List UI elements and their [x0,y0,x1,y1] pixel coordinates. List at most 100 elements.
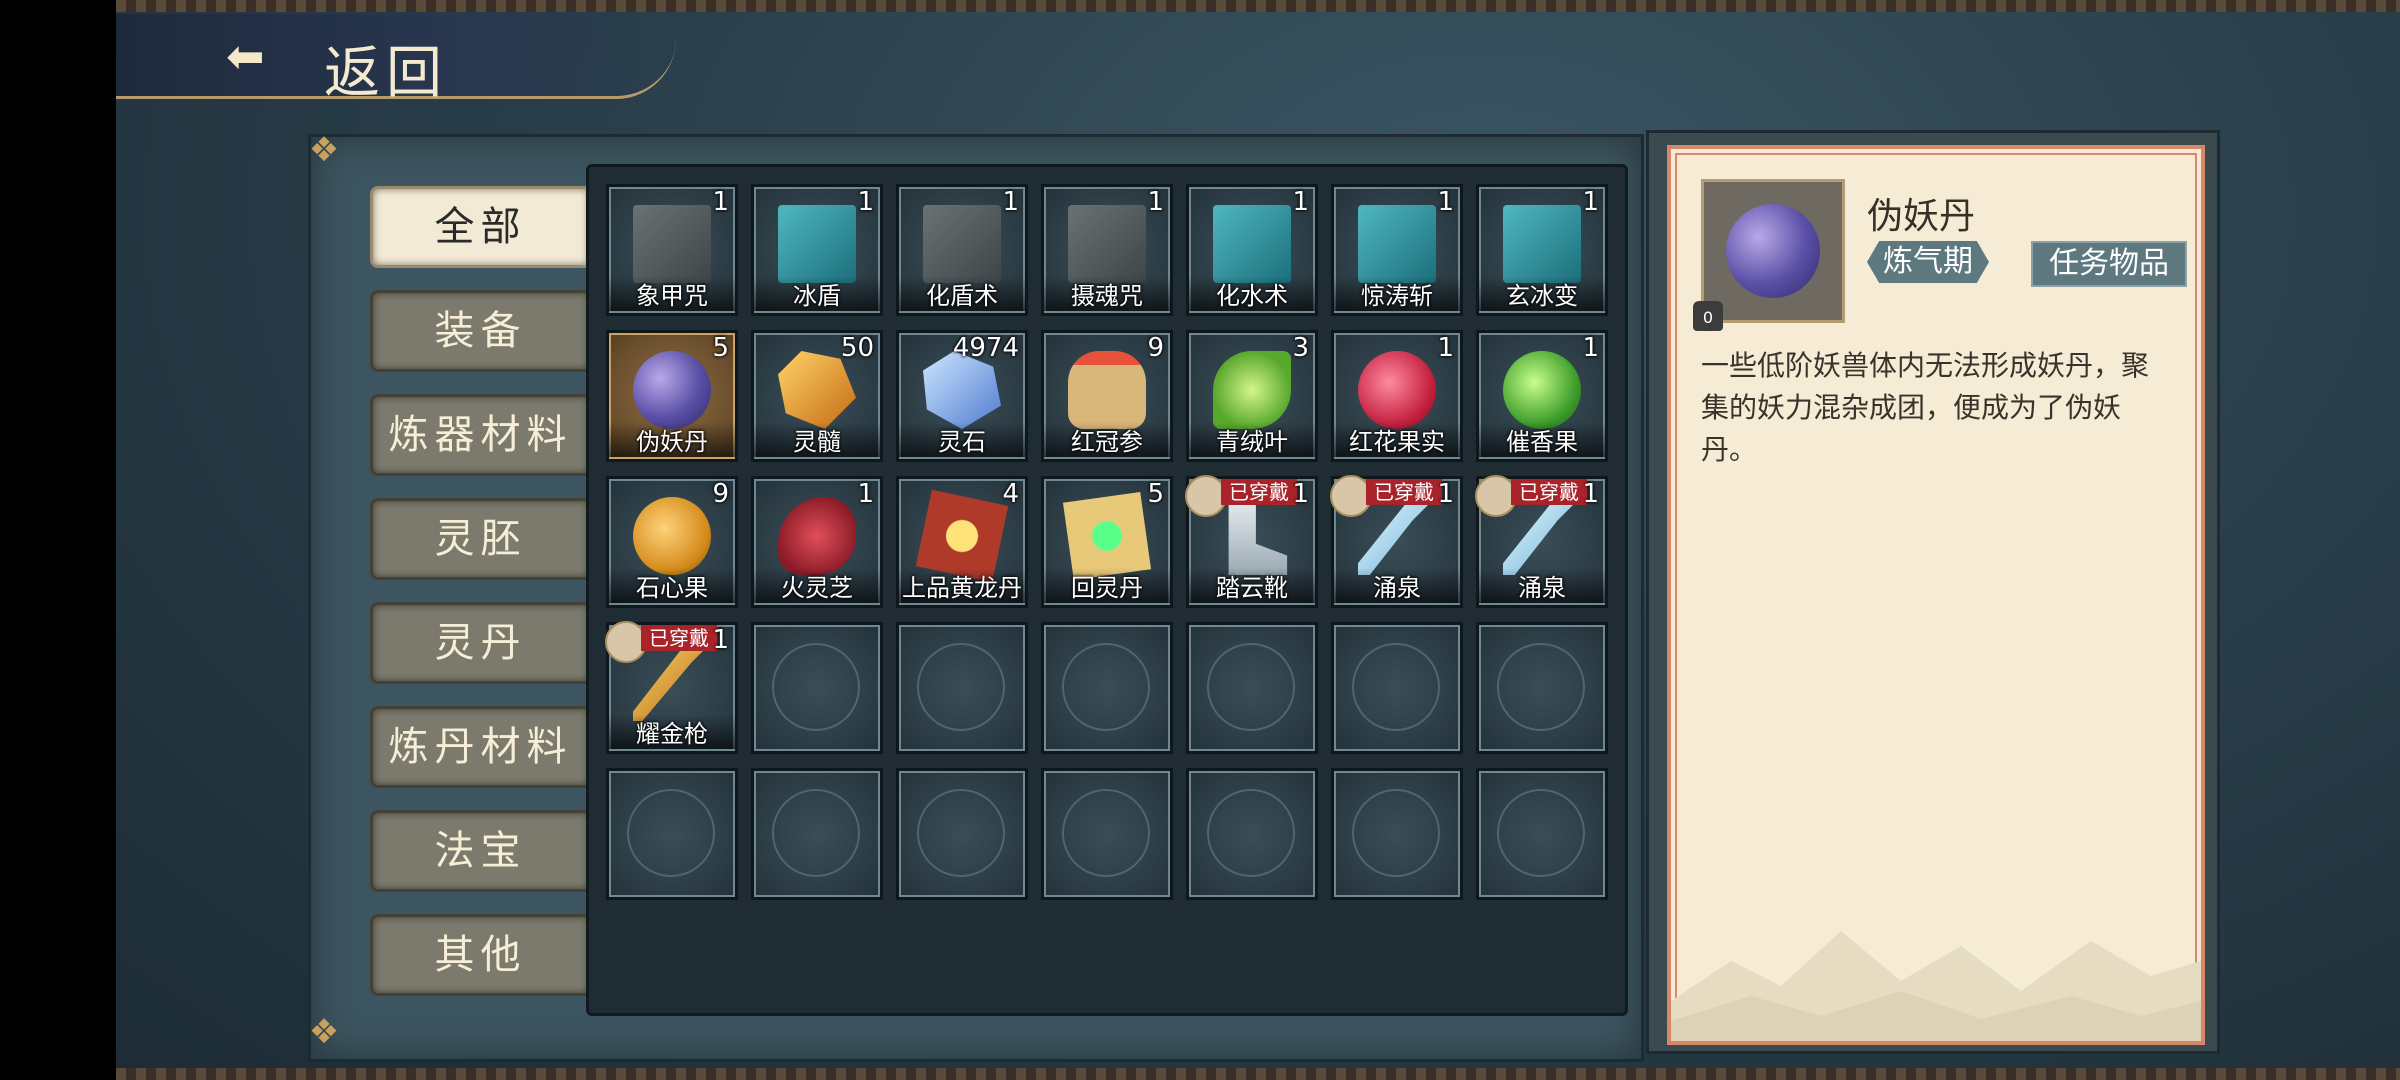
item-slot[interactable]: 1 玄冰变 [1476,184,1608,316]
item-name: 涌泉 [1479,568,1605,603]
scroll-book-icon [1358,205,1436,283]
item-slot[interactable]: 4974 灵石 [896,330,1028,462]
tab-embryo[interactable]: 灵胚 [370,498,591,580]
item-slot[interactable]: 已穿戴 1 踏云靴 [1185,475,1318,608]
item-slot[interactable]: 已穿戴 1 涌泉 [1475,475,1608,608]
item-name: 石心果 [609,568,735,603]
scroll-book-icon [1213,205,1291,283]
scroll-book-icon [923,205,1001,283]
empty-slot[interactable] [1041,768,1173,900]
item-detail-card: 0 伪妖丹 炼气期 任务物品 一些低阶妖兽体内无法形成妖丹，聚集的妖力混杂成团，… [1667,145,2205,1045]
empty-slot[interactable] [751,622,883,754]
empty-slot[interactable] [606,768,738,900]
empty-slot[interactable] [1186,622,1318,754]
item-count: 4 [1002,479,1019,509]
item-count: 1 [1582,187,1599,217]
item-description: 一些低阶妖兽体内无法形成妖丹，聚集的妖力混杂成团，便成为了伪妖丹。 [1701,349,2150,466]
empty-slot[interactable] [896,768,1028,900]
empty-slot-ornament [1062,789,1150,877]
item-slot-selected[interactable]: 5 伪妖丹 [606,330,738,462]
item-name: 催香果 [1479,422,1605,457]
realm-badge: 炼气期 [1867,241,1989,283]
item-count: 3 [1292,333,1309,363]
item-slot[interactable]: 9 石心果 [606,476,738,608]
item-name: 火灵芝 [754,568,880,603]
tab-alchemy-materials[interactable]: 炼丹材料 [370,706,591,788]
weight-icon: 0 [1693,301,1723,331]
scroll-book-icon [633,205,711,283]
tab-crafting-materials[interactable]: 炼器材料 [370,394,591,476]
item-slot[interactable]: 1 化水术 [1186,184,1318,316]
item-slot[interactable]: 1 催香果 [1476,330,1608,462]
back-label: 返回 [324,41,448,106]
empty-slot[interactable] [1331,622,1463,754]
item-detail-panel: 0 伪妖丹 炼气期 任务物品 一些低阶妖兽体内无法形成妖丹，聚集的妖力混杂成团，… [1646,130,2220,1054]
item-count: 1 [712,625,729,655]
item-name: 灵髓 [754,422,880,457]
scroll-book-icon [1503,205,1581,283]
item-count: 5 [1147,479,1164,509]
detail-item-icon-frame [1701,179,1845,323]
empty-slot[interactable] [1186,768,1318,900]
item-name: 伪妖丹 [609,422,735,457]
empty-slot-ornament [917,643,1005,731]
item-count: 9 [712,479,729,509]
item-count: 50 [840,333,874,363]
empty-slot[interactable] [1041,622,1173,754]
scroll-book-icon [778,205,856,283]
item-slot[interactable]: 5 回灵丹 [1041,476,1173,608]
item-name: 耀金枪 [609,714,735,749]
item-count: 1 [1147,187,1164,217]
item-slot[interactable]: 1 红花果实 [1331,330,1463,462]
corner-ornament-icon: ❖ [308,130,340,170]
empty-slot-ornament [772,643,860,731]
item-name: 摄魂咒 [1044,276,1170,311]
item-count: 1 [857,187,874,217]
empty-slot-ornament [1352,643,1440,731]
leaf-icon [1213,351,1291,429]
item-count: 1 [712,187,729,217]
item-slot[interactable]: 1 火灵芝 [751,476,883,608]
item-name: 化水术 [1189,276,1315,311]
empty-slot-ornament [1352,789,1440,877]
mountain-decoration [1671,931,2201,1041]
empty-slot-ornament [1062,643,1150,731]
empty-slot[interactable] [1331,768,1463,900]
empty-slot[interactable] [1476,768,1608,900]
item-count: 1 [1292,187,1309,217]
item-name: 回灵丹 [1044,568,1170,603]
tab-treasures[interactable]: 法宝 [370,810,591,892]
item-slot[interactable]: 1 冰盾 [751,184,883,316]
item-slot[interactable]: 1 惊涛斩 [1331,184,1463,316]
item-name: 玄冰变 [1479,276,1605,311]
item-slot[interactable]: 已穿戴 1 耀金枪 [605,621,738,754]
item-count: 1 [857,479,874,509]
worn-tag: 已穿戴 [641,625,717,651]
empty-slot[interactable] [751,768,883,900]
item-count: 5 [712,333,729,363]
item-slot[interactable]: 1 摄魂咒 [1041,184,1173,316]
item-slot[interactable]: 3 青绒叶 [1186,330,1318,462]
empty-slot-ornament [1497,789,1585,877]
cloud-arrow-icon: ⬅ [226,29,265,83]
item-slot[interactable]: 9 红冠参 [1041,330,1173,462]
item-name: 化盾术 [899,276,1025,311]
item-count: 9 [1147,333,1164,363]
empty-slot[interactable] [896,622,1028,754]
item-name: 青绒叶 [1189,422,1315,457]
item-slot[interactable]: 1 化盾术 [896,184,1028,316]
empty-slot[interactable] [1476,622,1608,754]
tab-other[interactable]: 其他 [370,914,591,996]
item-slot[interactable]: 50 灵髓 [751,330,883,462]
demon-core-icon [1726,204,1820,298]
item-slot[interactable]: 1 象甲咒 [606,184,738,316]
item-slot[interactable]: 4 上品黄龙丹 [896,476,1028,608]
back-button[interactable]: ⬅ 返回 [116,14,676,106]
tab-pills[interactable]: 灵丹 [370,602,591,684]
stone-heart-fruit-icon [633,497,711,575]
tab-all[interactable]: 全部 [370,186,591,268]
item-name: 红花果实 [1334,422,1460,457]
item-name: 踏云靴 [1189,568,1315,603]
tab-equipment[interactable]: 装备 [370,290,591,372]
item-slot[interactable]: 已穿戴 1 涌泉 [1330,475,1463,608]
